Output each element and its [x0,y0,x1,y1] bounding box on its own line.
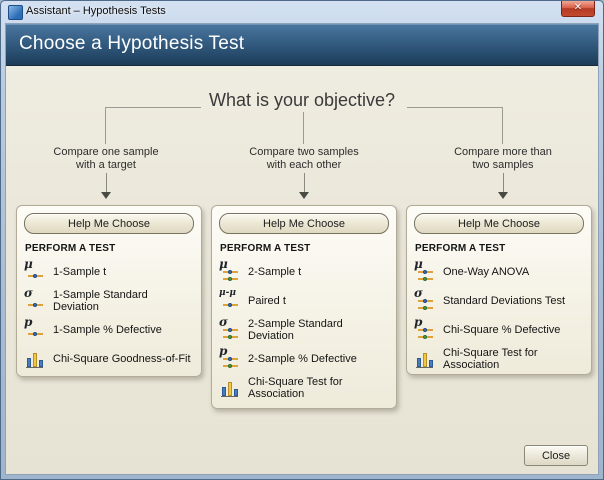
test-label: Chi-Square % Defective [443,324,560,336]
window-close-icon[interactable]: ✕ [561,1,595,17]
sigma-two-interval-icon [414,290,436,312]
test-label: 1-Sample Standard Deviation [53,289,194,313]
p-two-interval-icon [219,348,241,370]
test-label: 1-Sample % Defective [53,324,162,336]
page-title: Choose a Hypothesis Test [19,33,244,55]
mu-two-interval-icon [219,261,241,283]
test-item-1-sample-t[interactable]: 1-Sample t [24,257,194,286]
title-bar[interactable]: Assistant – Hypothesis Tests ✕ [1,1,603,23]
connector-line [303,112,304,144]
panel-one-sample: Help Me Choose PERFORM A TEST 1-Sample t… [16,205,202,377]
help-me-choose-button[interactable]: Help Me Choose [219,213,389,234]
objective-question: What is your objective? [6,90,598,111]
connector-line [502,107,503,144]
test-item-1-sample-standard-deviation[interactable]: 1-Sample Standard Deviation [24,286,194,315]
sigma-two-interval-icon [219,319,241,341]
test-item-standard-deviations-test[interactable]: Standard Deviations Test [414,286,584,315]
branch-label-line: Compare one sample [53,146,158,158]
branch-label-line: Compare two samples [249,146,358,158]
test-item-chi-square-percent-defective[interactable]: Chi-Square % Defective [414,315,584,344]
bar-chart-icon [414,348,436,370]
connector-line [105,107,201,108]
test-item-2-sample-t[interactable]: 2-Sample t [219,257,389,286]
connector-line [105,107,106,144]
mu-interval-icon [24,261,46,283]
help-me-choose-button[interactable]: Help Me Choose [24,213,194,234]
test-item-1-sample-percent-defective[interactable]: 1-Sample % Defective [24,315,194,344]
app-icon [8,5,23,20]
panel-two-samples: Help Me Choose PERFORM A TEST 2-Sample t… [211,205,397,409]
section-title: PERFORM A TEST [415,243,583,254]
test-label: Chi-Square Goodness-of-Fit [53,353,191,365]
test-item-2-sample-percent-defective[interactable]: 2-Sample % Defective [219,344,389,373]
section-title: PERFORM A TEST [25,243,193,254]
test-item-chi-square-test-for-association[interactable]: Chi-Square Test for Association [219,373,389,402]
window-title: Assistant – Hypothesis Tests [26,5,166,17]
branch-label-line: with each other [267,159,342,171]
test-item-chi-square-test-for-association[interactable]: Chi-Square Test for Association [414,344,584,373]
test-item-one-way-anova[interactable]: One-Way ANOVA [414,257,584,286]
test-label: 1-Sample t [53,266,106,278]
test-label: 2-Sample Standard Deviation [248,318,389,342]
section-title: PERFORM A TEST [220,243,388,254]
bar-chart-icon [219,377,241,399]
test-label: One-Way ANOVA [443,266,529,278]
sigma-interval-icon [24,290,46,312]
branch-label-two-samples: Compare two samples with each other [219,146,389,172]
mu-two-interval-icon [414,261,436,283]
test-label: Standard Deviations Test [443,295,565,307]
branch-label-line: two samples [472,159,533,171]
connector-line [407,107,503,108]
test-item-chi-square-goodness-of-fit[interactable]: Chi-Square Goodness-of-Fit [24,344,194,373]
help-me-choose-button[interactable]: Help Me Choose [414,213,584,234]
assistant-window: Assistant – Hypothesis Tests ✕ Choose a … [0,0,604,480]
down-arrow-icon [100,173,112,199]
bar-chart-icon [24,348,46,370]
test-label: 2-Sample t [248,266,301,278]
down-arrow-icon [497,173,509,199]
dialog-client-area: Choose a Hypothesis Test What is your ob… [5,23,599,475]
dialog-header: Choose a Hypothesis Test [6,24,598,66]
panel-more-than-two-samples: Help Me Choose PERFORM A TEST One-Way AN… [406,205,592,375]
test-label: Paired t [248,295,286,307]
test-label: 2-Sample % Defective [248,353,357,365]
close-button[interactable]: Close [524,445,588,466]
test-item-paired-t[interactable]: Paired t [219,286,389,315]
branch-label-one-sample: Compare one sample with a target [21,146,191,172]
p-two-interval-icon [414,319,436,341]
mu-mu-interval-icon [219,290,241,312]
p-interval-icon [24,319,46,341]
test-label: Chi-Square Test for Association [443,347,584,371]
down-arrow-icon [298,173,310,199]
branch-label-line: Compare more than [454,146,552,158]
test-item-2-sample-standard-deviation[interactable]: 2-Sample Standard Deviation [219,315,389,344]
branch-label-more-samples: Compare more than two samples [418,146,588,172]
branch-label-line: with a target [76,159,136,171]
test-label: Chi-Square Test for Association [248,376,389,400]
